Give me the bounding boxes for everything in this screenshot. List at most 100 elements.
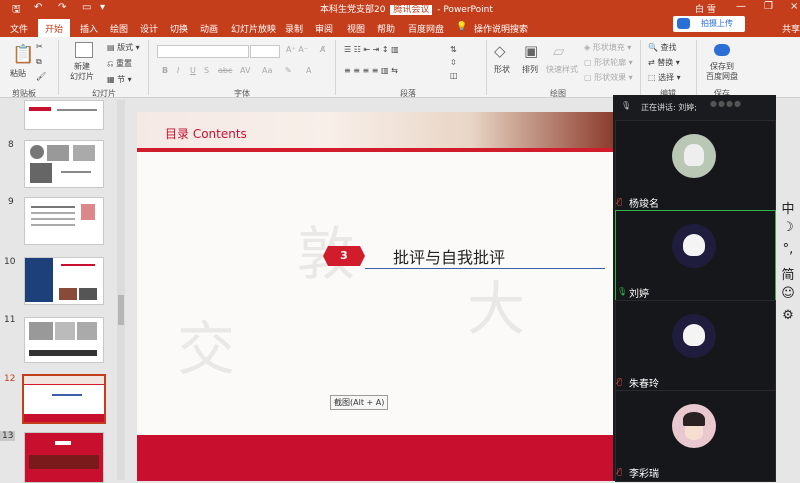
bold-button[interactable]: B — [162, 66, 168, 75]
tab-design[interactable]: 设计 — [140, 22, 158, 35]
tab-record[interactable]: 录制 — [285, 22, 303, 35]
quick-style-button[interactable]: 快速样式 — [546, 64, 578, 75]
shape-outline-button[interactable]: ▢ 形状轮廓 ▾ — [584, 57, 633, 68]
slide-header-line — [137, 148, 615, 152]
save-icon[interactable]: 🖫 — [12, 2, 21, 19]
redo-icon[interactable]: ↷ — [58, 2, 66, 13]
bullets-icon[interactable]: ☰ ☷ ⇤ ⇥ ↕ ▥ — [344, 45, 399, 54]
tab-transitions[interactable]: 切换 — [170, 22, 188, 35]
ime-emoji-icon[interactable]: ☺ — [776, 286, 800, 308]
layout-button[interactable]: ▤ 版式 ▾ — [107, 42, 140, 53]
align-text-icon[interactable]: ⇳ — [450, 58, 457, 67]
italic-button[interactable]: I — [177, 66, 179, 75]
thumbnail-scrollbar[interactable] — [117, 100, 125, 480]
mic-active-icon: 🎙 — [617, 287, 628, 296]
underline-button[interactable]: U — [190, 66, 196, 75]
paste-icon[interactable]: 📋 — [12, 44, 34, 65]
arrange-icon[interactable]: ▣ — [524, 42, 538, 60]
slide-canvas[interactable]: 敦 大 交 目录 Contents 3 批评与自我批评 — [137, 112, 615, 481]
calligraphy-watermark: 交 — [177, 315, 236, 383]
tab-view[interactable]: 视图 — [347, 22, 365, 35]
tab-file[interactable]: 文件 — [10, 22, 28, 35]
slide-thumbnail-7[interactable] — [24, 100, 104, 130]
ime-chinese-mode[interactable]: 中 — [776, 198, 800, 220]
microphone-icon: 🎙 — [621, 101, 632, 110]
slide-thumbnail-12[interactable] — [22, 374, 106, 424]
quick-style-icon[interactable]: ▱ — [553, 42, 565, 60]
font-family-select[interactable] — [157, 45, 249, 58]
ime-halfwidth-icon[interactable]: ☽ — [776, 220, 800, 242]
find-button[interactable]: 🔍 查找 — [648, 42, 677, 53]
font-grow-icon[interactable]: A⁺ A⁻ — [286, 45, 308, 54]
more-dots-icon[interactable]: ●●●● — [710, 99, 742, 108]
minimize-icon[interactable]: — — [736, 1, 746, 12]
paste-button[interactable]: 粘贴 — [10, 68, 26, 79]
meeting-badge[interactable]: 腾讯会议 — [390, 5, 433, 15]
tab-insert[interactable]: 插入 — [80, 22, 98, 35]
copy-icon[interactable]: ⧉ — [36, 57, 42, 67]
cut-icon[interactable]: ✂ — [36, 42, 43, 51]
mic-muted-icon: 🎙̸ — [617, 197, 622, 206]
replace-button[interactable]: ⇄ 替换 ▾ — [648, 57, 680, 68]
shape-fill-button[interactable]: ◈ 形状填充 ▾ — [584, 42, 631, 53]
text-direction-icon[interactable]: ⇅ — [450, 45, 457, 54]
upload-button[interactable]: 拍摄上传 — [673, 16, 745, 32]
participant-name: 李彩瑞 — [629, 469, 659, 480]
smartart-icon[interactable]: ◫ — [450, 71, 458, 80]
format-painter-icon[interactable]: 🖌 — [36, 72, 46, 81]
present-icon[interactable]: ▭ — [82, 2, 91, 13]
ime-simplified-mode[interactable]: 简 — [776, 264, 800, 286]
new-slide-button[interactable]: 新建 幻灯片 — [70, 62, 94, 82]
tab-draw[interactable]: 绘图 — [110, 22, 128, 35]
arrange-button[interactable]: 排列 — [522, 64, 538, 75]
ime-settings-icon[interactable]: ⚙ — [776, 308, 800, 330]
reset-button[interactable]: ⎌ 重置 — [107, 58, 132, 69]
ime-punctuation-icon[interactable]: °, — [776, 242, 800, 264]
char-spacing-button[interactable]: AV — [240, 66, 250, 75]
new-slide-icon[interactable] — [75, 42, 93, 58]
customize-icon[interactable]: ▾ — [100, 2, 105, 13]
baidu-cloud-icon[interactable] — [714, 44, 730, 56]
font-color-button[interactable]: A — [306, 66, 311, 75]
tab-baidu[interactable]: 百度网盘 — [408, 22, 444, 35]
close-icon[interactable]: × — [790, 1, 798, 12]
shape-effect-button[interactable]: ▢ 形状效果 ▾ — [584, 72, 633, 83]
tab-slideshow[interactable]: 幻灯片放映 — [231, 22, 276, 35]
user-name[interactable]: 白 雪 — [695, 2, 716, 15]
tab-review[interactable]: 审阅 — [315, 22, 333, 35]
restore-icon[interactable]: ❐ — [764, 1, 773, 12]
slide-thumbnail-8[interactable] — [24, 140, 104, 188]
slide-thumbnail-11[interactable] — [24, 317, 104, 363]
shadow-button[interactable]: S — [204, 66, 209, 75]
align-icons[interactable]: ≡ ≡ ≡ ≡ ▥ ⇆ — [344, 66, 398, 75]
scrollbar-thumb[interactable] — [118, 295, 124, 325]
slide-thumbnail-9[interactable] — [24, 197, 104, 245]
clear-format-icon[interactable]: A̸ — [320, 45, 325, 54]
section-button[interactable]: ▦ 节 ▾ — [107, 74, 132, 85]
shapes-button[interactable]: 形状 — [494, 64, 510, 75]
strike-button[interactable]: abc — [218, 66, 232, 75]
tab-animations[interactable]: 动画 — [200, 22, 218, 35]
slide-heading: 目录 Contents — [165, 127, 247, 141]
calligraphy-watermark: 大 — [467, 275, 526, 343]
shapes-icon[interactable]: ◇ — [494, 42, 506, 60]
screenshot-tooltip: 截图(Alt + A) — [330, 395, 389, 410]
window-title: 本科生党支部20 腾讯会议 - PowerPoint — [320, 5, 493, 15]
save-baidu-button[interactable]: 保存到 百度网盘 — [706, 62, 738, 82]
slide-thumbnail-13[interactable] — [24, 432, 104, 483]
change-case-button[interactable]: Aa — [262, 66, 272, 75]
slide-thumbnail-10[interactable] — [24, 257, 104, 305]
slide-footer-band — [137, 435, 615, 481]
slide-number: 13 — [0, 431, 16, 441]
slide-number: 8 — [8, 140, 14, 150]
section-title: 批评与自我批评 — [393, 248, 506, 267]
highlight-icon[interactable]: ✎ — [285, 66, 292, 75]
tell-me-search[interactable]: 操作说明搜索 — [474, 22, 528, 35]
tab-help[interactable]: 帮助 — [377, 22, 395, 35]
undo-icon[interactable]: ↶ — [34, 2, 42, 13]
share-button[interactable]: 共享 — [782, 22, 800, 35]
select-button[interactable]: ⬚ 选择 ▾ — [648, 72, 681, 83]
font-size-select[interactable] — [250, 45, 280, 58]
lightbulb-icon[interactable]: 💡 — [456, 22, 467, 32]
tab-home[interactable]: 开始 — [38, 19, 71, 39]
